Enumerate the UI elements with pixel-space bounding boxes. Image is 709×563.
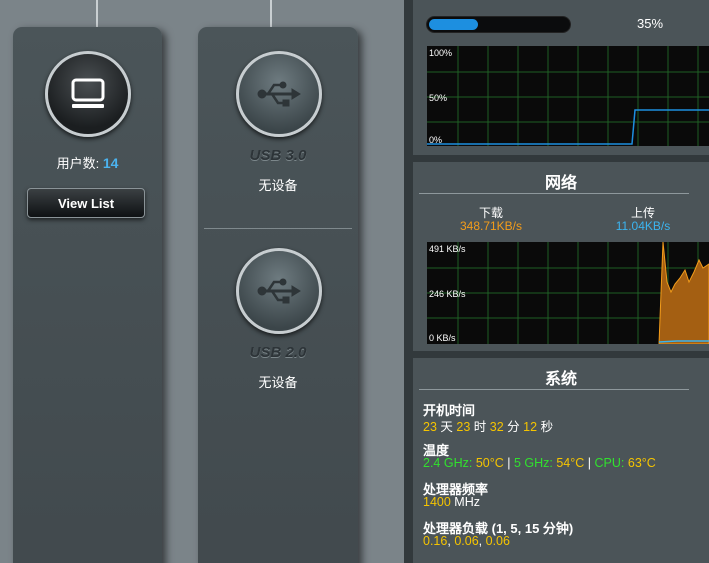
download-area: [658, 242, 709, 344]
system-section: 系统 开机时间 23 天 23 时 32 分 12 秒 温度 2.4 GHz: …: [413, 358, 709, 563]
users-count-line: 用户数: 14: [13, 153, 162, 172]
net-graph-label-bottom: 0 KB/s: [429, 333, 456, 343]
clients-button[interactable]: [45, 51, 131, 137]
network-section: 网络 下载 348.71KB/s 上传 11.04KB/s 491 KB/s 2…: [413, 162, 709, 351]
view-list-button[interactable]: View List: [27, 188, 145, 218]
usb-icon: [257, 278, 301, 304]
system-title-rule: [419, 389, 689, 390]
usb-port-2-status: 无设备: [258, 375, 298, 390]
usb-port-1-status: 无设备: [258, 178, 298, 193]
usb-port-2-button[interactable]: [236, 248, 322, 334]
net-graph-label-top: 491 KB/s: [429, 244, 466, 254]
cpu-graph-label-bottom: 0%: [429, 135, 443, 145]
cpu-usage-percent: 35%: [637, 16, 664, 31]
divider: [204, 228, 352, 229]
upload-rate: 11.04KB/s: [615, 219, 671, 233]
network-title: 网络: [544, 175, 577, 192]
cpu-graph-label-mid: 50%: [429, 93, 448, 103]
cpu-graph-label-top: 100%: [429, 48, 453, 58]
users-count: 14: [102, 155, 119, 171]
cpu-freq-value: 1400 MHz: [423, 495, 480, 509]
network-title-rule: [419, 193, 689, 194]
monitor-icon: [71, 78, 105, 108]
download-rate: 348.71KB/s: [459, 219, 523, 233]
cpu-load-values: 0.16, 0.06, 0.06: [423, 534, 510, 548]
usb-icon: [257, 81, 301, 107]
system-title: 系统: [544, 371, 577, 388]
connector-line: [96, 0, 98, 28]
usb-port-2-title: USB 2.0: [249, 344, 307, 361]
network-graph-canvas: [427, 242, 709, 344]
cpu-graph-canvas: [427, 46, 709, 146]
clients-panel: 用户数: 14 View List: [13, 27, 162, 563]
uptime-value: 23 天 23 时 32 分 12 秒: [423, 420, 554, 434]
users-label: 用户数:: [56, 156, 100, 171]
cpu-progress-bar: [426, 16, 571, 33]
net-graph-label-mid: 246 KB/s: [429, 289, 466, 299]
temperature-values: 2.4 GHz: 50°C | 5 GHz: 54°C | CPU: 63°C: [423, 456, 656, 470]
status-column: 35% 100% 50% 0% 网络 下载 348.71KB/s 上传 11.0…: [404, 0, 709, 563]
usb-panel: USB 3.0 无设备 USB 2.0 无设备: [198, 27, 358, 563]
network-graph: 491 KB/s 246 KB/s 0 KB/s: [427, 242, 709, 344]
connector-line: [270, 0, 272, 28]
cpu-section: 35% 100% 50% 0%: [413, 0, 709, 155]
cpu-graph: 100% 50% 0%: [427, 46, 709, 146]
usb-port-1-title: USB 3.0: [249, 147, 307, 164]
cpu-progress-fill: [429, 19, 478, 30]
cpu-usage-line: [427, 109, 709, 145]
usb-port-1-button[interactable]: [236, 51, 322, 137]
